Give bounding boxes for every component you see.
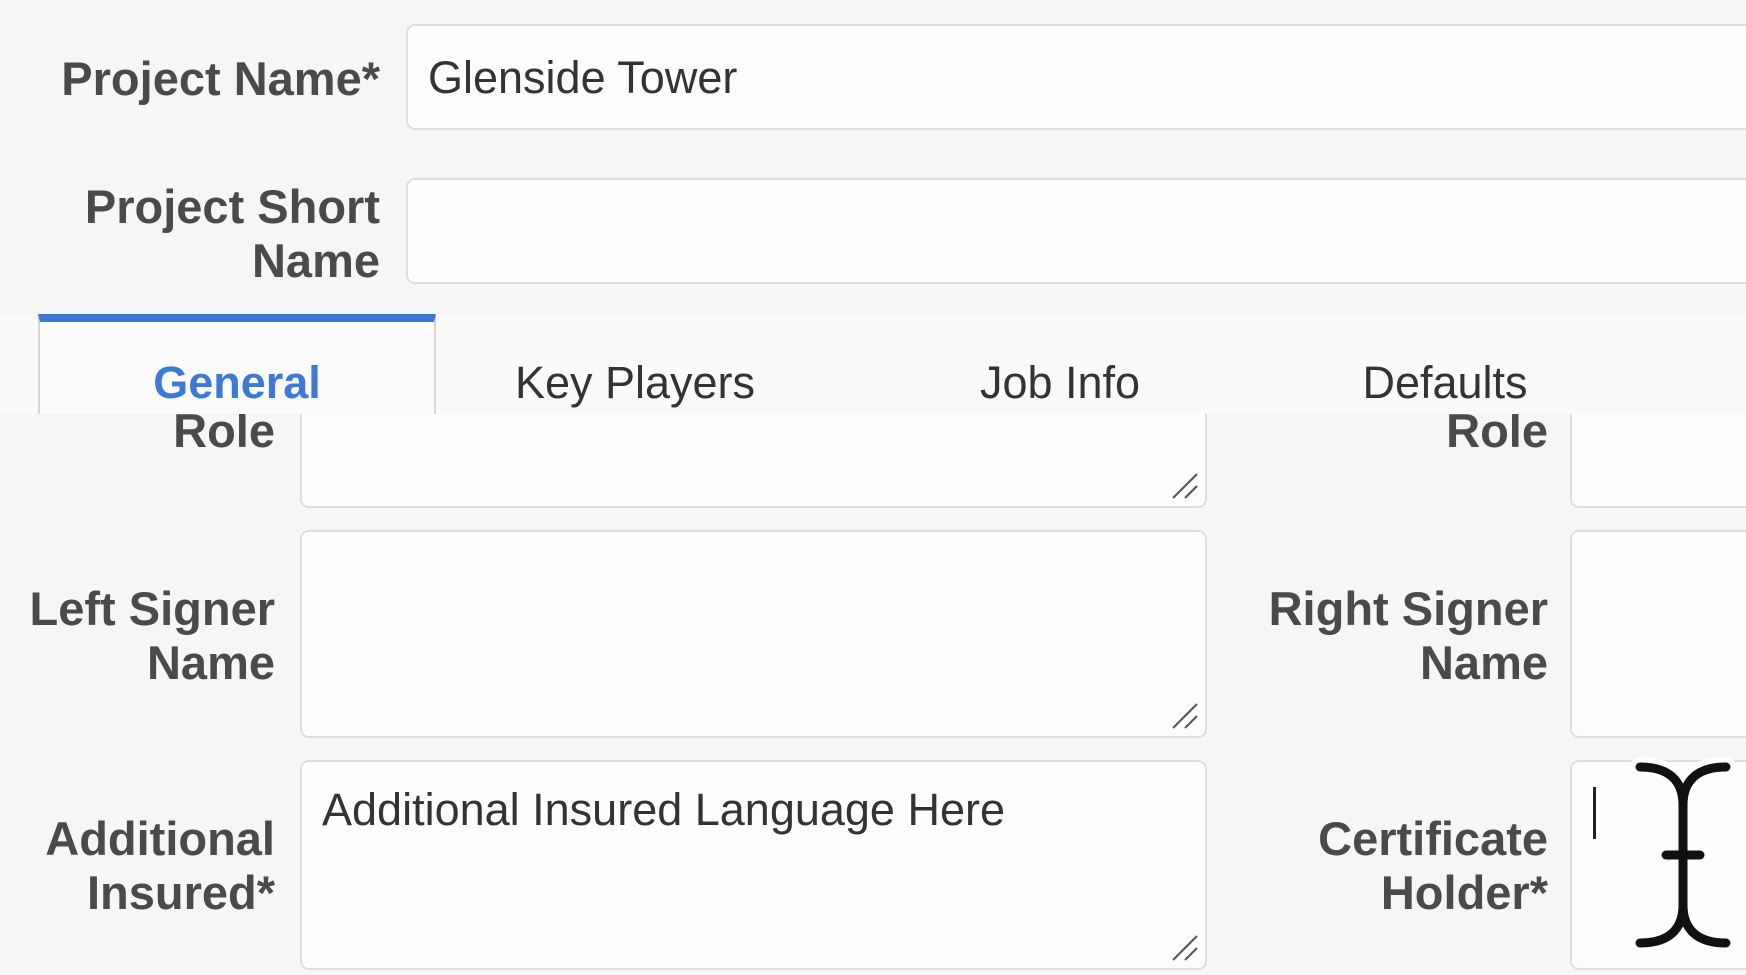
additional-insured-label-line2: Insured* bbox=[86, 866, 275, 919]
project-name-input[interactable]: Glenside Tower bbox=[406, 24, 1746, 130]
right-signer-name-label: Right Signer Name bbox=[1200, 582, 1548, 690]
certificate-holder-label: Certificate Holder* bbox=[1250, 812, 1548, 920]
project-short-name-label-line2: Name bbox=[251, 234, 380, 287]
tab-defaults[interactable]: Defaults bbox=[1300, 314, 1590, 414]
left-signer-name-textarea[interactable] bbox=[300, 530, 1207, 738]
additional-insured-label-line1: Additional bbox=[45, 812, 275, 865]
additional-insured-value: Additional Insured Language Here bbox=[322, 784, 1005, 835]
project-short-name-input[interactable] bbox=[406, 178, 1746, 284]
tab-bar: General Key Players Job Info Defaults bbox=[0, 314, 1746, 414]
additional-insured-label: Additional Insured* bbox=[20, 812, 275, 920]
project-short-name-label: Project Short Name bbox=[40, 180, 380, 288]
right-signer-name-label-line2: Name bbox=[1419, 636, 1548, 689]
text-caret bbox=[1593, 787, 1596, 839]
project-short-name-label-line1: Project Short bbox=[84, 180, 380, 233]
resize-grip-icon[interactable] bbox=[1169, 700, 1199, 730]
tab-key-players[interactable]: Key Players bbox=[470, 314, 800, 414]
project-name-label: Project Name* bbox=[61, 52, 380, 105]
left-signer-name-label-line2: Name bbox=[146, 636, 275, 689]
text-cursor-icon bbox=[1630, 757, 1736, 953]
tab-job-info[interactable]: Job Info bbox=[900, 314, 1220, 414]
resize-grip-icon[interactable] bbox=[1169, 470, 1199, 500]
left-signer-name-label: Left Signer Name bbox=[20, 582, 275, 690]
left-signer-name-label-line1: Left Signer bbox=[29, 582, 275, 635]
certificate-holder-label-line1: Certificate bbox=[1318, 812, 1548, 865]
project-name-value: Glenside Tower bbox=[428, 52, 738, 103]
right-signer-name-label-line1: Right Signer bbox=[1268, 582, 1548, 635]
tab-general[interactable]: General bbox=[38, 314, 436, 414]
resize-grip-icon[interactable] bbox=[1169, 932, 1199, 962]
additional-insured-textarea[interactable]: Additional Insured Language Here bbox=[300, 760, 1207, 970]
right-signer-name-textarea[interactable] bbox=[1570, 530, 1746, 738]
certificate-holder-label-line2: Holder* bbox=[1380, 866, 1548, 919]
